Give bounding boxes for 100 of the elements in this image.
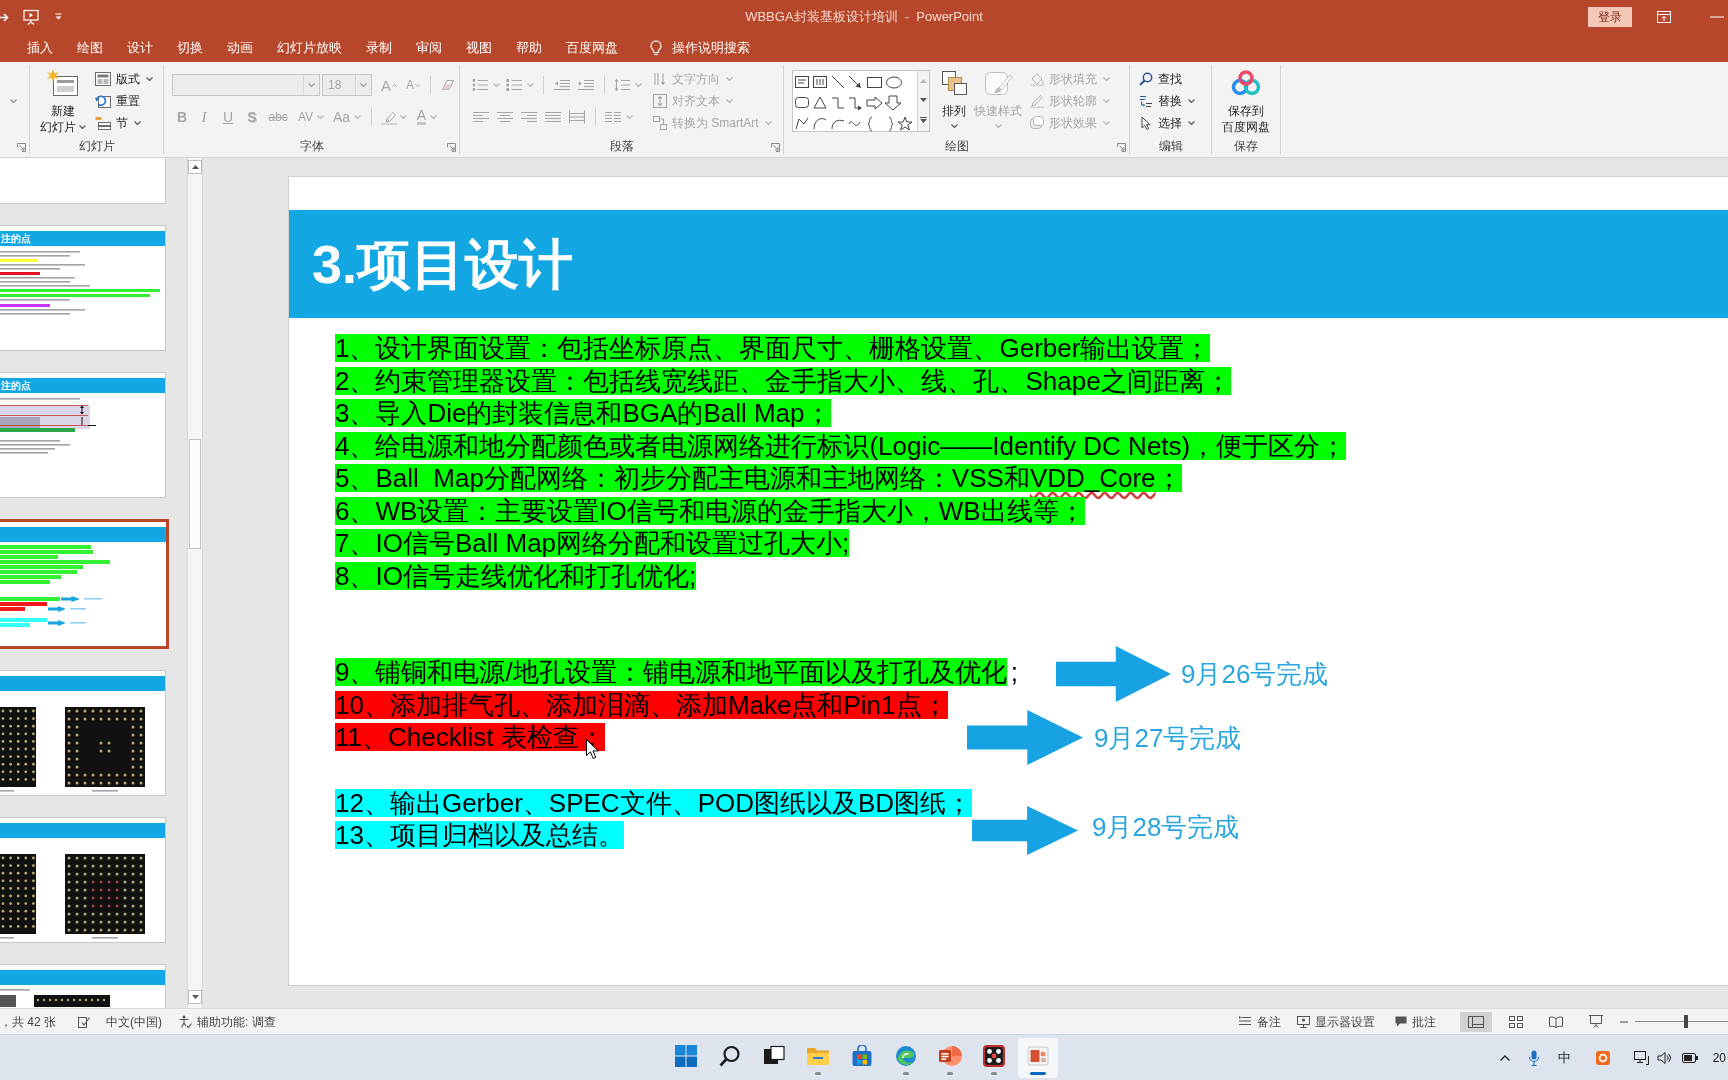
columns-icon <box>605 110 621 124</box>
slide-thumbnail[interactable] <box>0 964 166 1008</box>
caret-down-icon[interactable] <box>10 99 17 103</box>
list-item-text: 13、项目归档以及总结。 <box>335 821 624 850</box>
proofing-icon <box>78 1015 90 1028</box>
reset-button[interactable]: 重置 <box>92 90 156 112</box>
find-button[interactable]: 查找 <box>1136 68 1211 90</box>
caret-down-icon <box>626 115 633 119</box>
caret-up-icon <box>392 84 397 87</box>
input-method-indicator[interactable]: 中 <box>1557 1051 1571 1064</box>
presentation-app-icon <box>938 1044 962 1067</box>
distribute-icon <box>569 110 585 124</box>
paint-bucket-icon <box>1030 72 1044 86</box>
language-button[interactable]: 中文(中国) <box>78 1015 162 1028</box>
list-item-text: 12、输出Gerber、SPEC文件、POD图纸以及BD图纸； <box>335 788 973 817</box>
milestone-label: 9月28号完成 <box>1092 814 1240 840</box>
dialog-launcher-icon[interactable] <box>17 143 26 152</box>
presentation-icon[interactable] <box>23 8 39 25</box>
quick-styles-icon <box>982 69 1014 97</box>
ribbon-tab[interactable]: 绘图 <box>65 33 115 62</box>
clock-text[interactable]: 20 <box>1712 1051 1726 1064</box>
group-label: 段落 <box>609 140 634 152</box>
microphone-icon[interactable] <box>1528 1049 1539 1066</box>
chevron-up-icon[interactable] <box>1499 1054 1510 1061</box>
scrollbar-thumb[interactable] <box>189 439 201 549</box>
dialog-launcher-icon[interactable] <box>771 143 780 152</box>
layout-button[interactable]: 版式 <box>92 68 156 90</box>
ribbon-tab[interactable]: 百度网盘 <box>554 33 630 62</box>
ribbon-tab[interactable]: 帮助 <box>504 33 554 62</box>
caret-down-icon <box>1103 77 1110 81</box>
list-item-text: 6、WB设置：主要设置IO信号和电源的金手指大小，WB出线等； <box>335 496 1085 525</box>
zoom-slider-thumb[interactable] <box>1684 1015 1689 1028</box>
reset-slide-icon <box>95 94 111 108</box>
slide-thumbnail[interactable] <box>0 158 166 204</box>
ribbon-tab[interactable]: 动画 <box>215 33 265 62</box>
slide-thumbnail[interactable] <box>0 817 166 943</box>
scroll-up-button[interactable] <box>188 160 202 174</box>
decrease-indent-icon <box>554 78 570 92</box>
ribbon-tab[interactable]: 视图 <box>454 33 504 62</box>
notes-button[interactable]: 备注 <box>1239 1015 1281 1028</box>
task-view-icon <box>763 1044 785 1067</box>
group-label: 幻灯片 <box>78 140 115 152</box>
ribbon-tab[interactable]: 幻灯片放映 <box>265 33 354 62</box>
caret-down-icon <box>994 124 1002 128</box>
caret-down-icon <box>1103 99 1110 103</box>
normal-view-button[interactable] <box>1460 1011 1492 1032</box>
monitor-network-icon[interactable] <box>1633 1050 1649 1065</box>
accessibility-button[interactable]: 辅助功能: 调查 <box>179 1015 276 1028</box>
redo-arrow-icon[interactable] <box>0 11 9 22</box>
ribbon-tab[interactable]: 录制 <box>354 33 404 62</box>
caret-down-icon <box>360 83 367 87</box>
shape-gallery[interactable] <box>792 70 930 132</box>
zoom-out-icon[interactable] <box>1620 1020 1628 1023</box>
open-book-icon <box>1549 1015 1563 1028</box>
ribbon-tab[interactable]: 插入 <box>15 33 65 62</box>
shopping-bag-icon <box>851 1044 873 1067</box>
thumbnail-scrollbar[interactable] <box>187 158 203 1008</box>
ribbon-tab[interactable]: 切换 <box>165 33 215 62</box>
windows-logo-icon <box>675 1044 697 1067</box>
ribbon-tab[interactable]: 审阅 <box>404 33 454 62</box>
replace-button[interactable]: 替换 <box>1136 90 1211 112</box>
dice-icon <box>983 1044 1005 1067</box>
caret-down-icon <box>1103 121 1110 125</box>
slide-thumbnail[interactable] <box>0 519 169 649</box>
group-label: 保存 <box>1234 140 1258 152</box>
section-button[interactable]: 节 <box>92 112 156 134</box>
slide-thumbnail[interactable]: 注的点 <box>0 225 166 351</box>
dialog-launcher-icon[interactable] <box>1117 143 1126 152</box>
minimize-icon[interactable] <box>1710 15 1724 18</box>
dialog-launcher-icon[interactable] <box>447 143 456 152</box>
ribbon-tab[interactable]: 设计 <box>115 33 165 62</box>
highlighter-icon <box>381 109 397 125</box>
group-label: 绘图 <box>944 140 969 152</box>
align-text-icon <box>653 94 667 108</box>
save-to-cloud-button[interactable]: 保存到 百度网盘 <box>1214 65 1278 136</box>
gallery-more-icon[interactable] <box>920 117 927 124</box>
ribbon-display-options-icon[interactable] <box>1657 10 1671 23</box>
input-method-logo-icon[interactable] <box>1595 1050 1610 1065</box>
speaker-icon[interactable] <box>1656 1050 1671 1065</box>
comments-button[interactable]: 批注 <box>1395 1015 1436 1028</box>
arrange-icon <box>939 69 969 97</box>
thumbnail-title: 注的点 <box>0 380 31 391</box>
new-slide-button[interactable]: 新建 幻灯片 <box>35 65 91 136</box>
list-item-text: 4、给电源和地分配颜色或者电源网络进行标识(Logic——Identify DC Nets)，便于区分； <box>335 431 1347 460</box>
slide-count: ，共 42 张 <box>0 1015 56 1028</box>
search-icon <box>1139 72 1153 86</box>
slide-thumbnail[interactable]: 注的点 <box>0 372 166 498</box>
display-settings-button[interactable]: 显示器设置 <box>1297 1015 1375 1028</box>
slide-app-button[interactable] <box>1018 1037 1058 1078</box>
battery-icon[interactable] <box>1681 1052 1698 1063</box>
sign-in-button[interactable]: 登录 <box>1588 6 1632 27</box>
slide-app-icon <box>1027 1044 1049 1067</box>
tell-me-search[interactable]: 操作说明搜索 <box>650 33 750 62</box>
select-button[interactable]: 选择 <box>1136 112 1211 134</box>
scroll-down-button[interactable] <box>188 990 202 1004</box>
slide-thumbnail[interactable] <box>0 670 166 796</box>
customize-toolbar-icon[interactable] <box>55 13 62 20</box>
increase-indent-icon <box>578 78 594 92</box>
arrange-button[interactable]: 排列 <box>936 65 972 136</box>
scroll-down-icon[interactable] <box>920 98 927 102</box>
